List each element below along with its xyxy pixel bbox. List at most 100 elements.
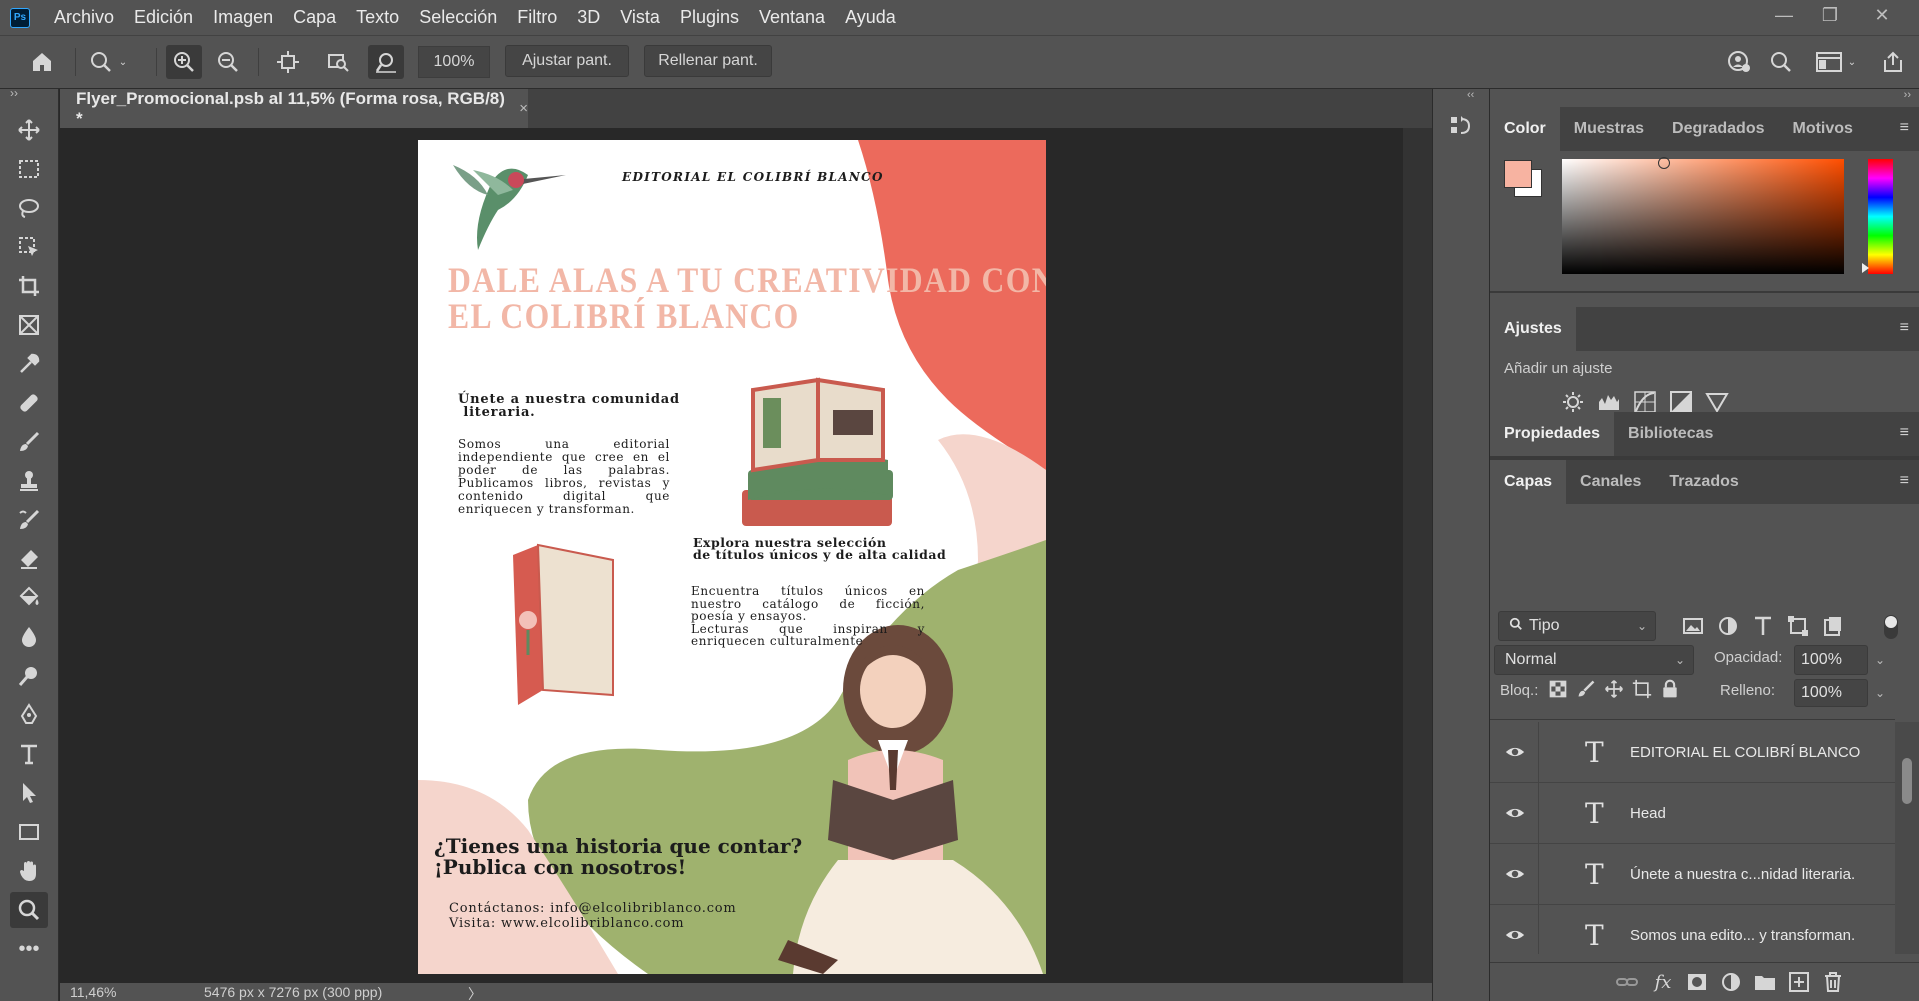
tab-adjustments[interactable]: Ajustes bbox=[1490, 307, 1576, 351]
menu-filtro[interactable]: Filtro bbox=[507, 0, 567, 35]
filter-smart-objects-icon[interactable] bbox=[1820, 613, 1846, 639]
properties-panel-menu-icon[interactable]: ≡ bbox=[1900, 424, 1909, 442]
hue-slider-handle[interactable] bbox=[1862, 263, 1869, 273]
layer-row[interactable]: T Únete a nuestra c...nidad literaria. bbox=[1490, 844, 1895, 905]
workspace-icon[interactable]: ⌄ bbox=[1808, 45, 1864, 79]
filter-pixel-layers-icon[interactable] bbox=[1680, 613, 1706, 639]
hand-tool-icon[interactable] bbox=[10, 853, 48, 889]
menu-vista[interactable]: Vista bbox=[610, 0, 670, 35]
menu-3d[interactable]: 3D bbox=[567, 0, 610, 35]
menu-seleccion[interactable]: Selección bbox=[409, 0, 507, 35]
fill-field[interactable]: 100% ⌄ bbox=[1794, 679, 1885, 707]
tab-properties[interactable]: Propiedades bbox=[1490, 412, 1615, 456]
layers-panel-menu-icon[interactable]: ≡ bbox=[1900, 472, 1909, 490]
tab-paths[interactable]: Trazados bbox=[1655, 460, 1752, 504]
layer-row[interactable]: T Somos una edito... y transforman. bbox=[1490, 905, 1895, 954]
fit-screen-button[interactable]: Ajustar pant. bbox=[505, 45, 629, 77]
blend-mode-dropdown[interactable]: Normal ⌄ bbox=[1494, 645, 1694, 675]
menu-edicion[interactable]: Edición bbox=[124, 0, 203, 35]
foreground-color-swatch[interactable] bbox=[1504, 160, 1532, 188]
type-tool-icon[interactable] bbox=[10, 736, 48, 772]
tab-patterns[interactable]: Motivos bbox=[1779, 107, 1867, 151]
vertical-scrollbar[interactable] bbox=[1403, 128, 1432, 983]
zoom-in-icon[interactable] bbox=[166, 45, 202, 79]
layer-filter-dropdown[interactable]: Tipo ⌄ bbox=[1498, 611, 1656, 641]
move-tool-icon[interactable] bbox=[10, 112, 48, 148]
visibility-eye-icon[interactable] bbox=[1504, 802, 1526, 824]
visibility-eye-icon[interactable] bbox=[1504, 741, 1526, 763]
close-window-button[interactable]: ✕ bbox=[1859, 0, 1905, 30]
scrubby-zoom-icon[interactable] bbox=[368, 45, 404, 79]
status-zoom[interactable]: 11,46% bbox=[70, 984, 116, 1000]
zoom-tool-icon[interactable] bbox=[10, 892, 48, 928]
color-panel-menu-icon[interactable]: ≡ bbox=[1900, 119, 1909, 137]
lock-all-icon[interactable] bbox=[1660, 679, 1680, 699]
menu-texto[interactable]: Texto bbox=[346, 0, 409, 35]
minimize-button[interactable]: — bbox=[1761, 0, 1807, 30]
resize-windows-icon[interactable] bbox=[270, 45, 306, 79]
visibility-eye-icon[interactable] bbox=[1504, 924, 1526, 946]
layer-style-icon[interactable]: fx bbox=[1650, 969, 1676, 995]
history-brush-tool-icon[interactable] bbox=[10, 502, 48, 538]
adjustments-panel-menu-icon[interactable]: ≡ bbox=[1900, 319, 1909, 337]
menu-ayuda[interactable]: Ayuda bbox=[835, 0, 906, 35]
layer-row[interactable]: T EDITORIAL EL COLIBRÍ BLANCO bbox=[1490, 722, 1895, 783]
color-picker-field[interactable] bbox=[1562, 159, 1844, 274]
paint-bucket-tool-icon[interactable] bbox=[10, 580, 48, 616]
collapse-panels-icon[interactable]: ‹‹ bbox=[1467, 89, 1474, 101]
menu-capa[interactable]: Capa bbox=[283, 0, 346, 35]
flyer-artboard[interactable]: EDITORIAL EL COLIBRÍ BLANCO DALE ALAS A … bbox=[418, 140, 1046, 974]
filter-shape-layers-icon[interactable] bbox=[1785, 613, 1811, 639]
crop-tool-icon[interactable] bbox=[10, 268, 48, 304]
menu-ventana[interactable]: Ventana bbox=[749, 0, 835, 35]
collapse-right-panels-icon[interactable]: ›› bbox=[1904, 89, 1911, 101]
lock-artboard-icon[interactable] bbox=[1632, 679, 1652, 699]
more-tools-icon[interactable]: ••• bbox=[10, 931, 48, 967]
add-mask-icon[interactable] bbox=[1684, 969, 1710, 995]
tab-layers[interactable]: Capas bbox=[1490, 460, 1567, 504]
menu-plugins[interactable]: Plugins bbox=[670, 0, 749, 35]
color-picker-cursor[interactable] bbox=[1658, 157, 1670, 169]
document-tab[interactable]: Flyer_Promocional.psb al 11,5% (Forma ro… bbox=[60, 89, 528, 128]
tab-libraries[interactable]: Bibliotecas bbox=[1614, 412, 1727, 456]
lasso-tool-icon[interactable] bbox=[10, 190, 48, 226]
blur-tool-icon[interactable] bbox=[10, 619, 48, 655]
menu-archivo[interactable]: Archivo bbox=[44, 0, 124, 35]
pen-tool-icon[interactable] bbox=[10, 697, 48, 733]
eyedropper-tool-icon[interactable] bbox=[10, 346, 48, 382]
filter-adjustment-layers-icon[interactable] bbox=[1715, 613, 1741, 639]
zoom-percent-field[interactable]: 100% bbox=[418, 46, 490, 78]
share-icon[interactable] bbox=[1876, 45, 1910, 79]
healing-brush-tool-icon[interactable] bbox=[10, 385, 48, 421]
learn-icon[interactable] bbox=[1722, 45, 1756, 79]
new-layer-icon[interactable] bbox=[1786, 969, 1812, 995]
tab-gradients[interactable]: Degradados bbox=[1658, 107, 1778, 151]
tab-swatches[interactable]: Muestras bbox=[1560, 107, 1658, 151]
zoom-out-icon[interactable] bbox=[210, 45, 246, 79]
visibility-eye-icon[interactable] bbox=[1504, 863, 1526, 885]
lock-image-pixels-icon[interactable] bbox=[1576, 679, 1596, 699]
filter-toggle[interactable] bbox=[1884, 615, 1898, 639]
zoom-all-windows-icon[interactable] bbox=[320, 45, 356, 79]
object-selection-tool-icon[interactable] bbox=[10, 229, 48, 265]
layer-row[interactable]: T Head bbox=[1490, 783, 1895, 844]
layers-scrollbar[interactable] bbox=[1895, 722, 1919, 954]
history-panel-icon[interactable] bbox=[1449, 113, 1475, 139]
fill-screen-button[interactable]: Rellenar pant. bbox=[644, 45, 772, 77]
new-group-icon[interactable] bbox=[1752, 969, 1778, 995]
path-selection-tool-icon[interactable] bbox=[10, 775, 48, 811]
close-tab-icon[interactable]: × bbox=[519, 100, 528, 117]
frame-tool-icon[interactable] bbox=[10, 307, 48, 343]
dodge-tool-icon[interactable] bbox=[10, 658, 48, 694]
lock-transparent-icon[interactable] bbox=[1548, 679, 1568, 699]
brush-tool-icon[interactable] bbox=[10, 424, 48, 460]
restore-button[interactable]: ❐ bbox=[1807, 0, 1853, 30]
delete-layer-icon[interactable] bbox=[1820, 969, 1846, 995]
clone-stamp-tool-icon[interactable] bbox=[10, 463, 48, 499]
new-adjustment-layer-icon[interactable] bbox=[1718, 969, 1744, 995]
tab-channels[interactable]: Canales bbox=[1566, 460, 1655, 504]
hue-slider[interactable] bbox=[1868, 159, 1893, 274]
search-icon[interactable] bbox=[1764, 45, 1798, 79]
menu-imagen[interactable]: Imagen bbox=[203, 0, 283, 35]
tab-color[interactable]: Color bbox=[1490, 107, 1560, 151]
